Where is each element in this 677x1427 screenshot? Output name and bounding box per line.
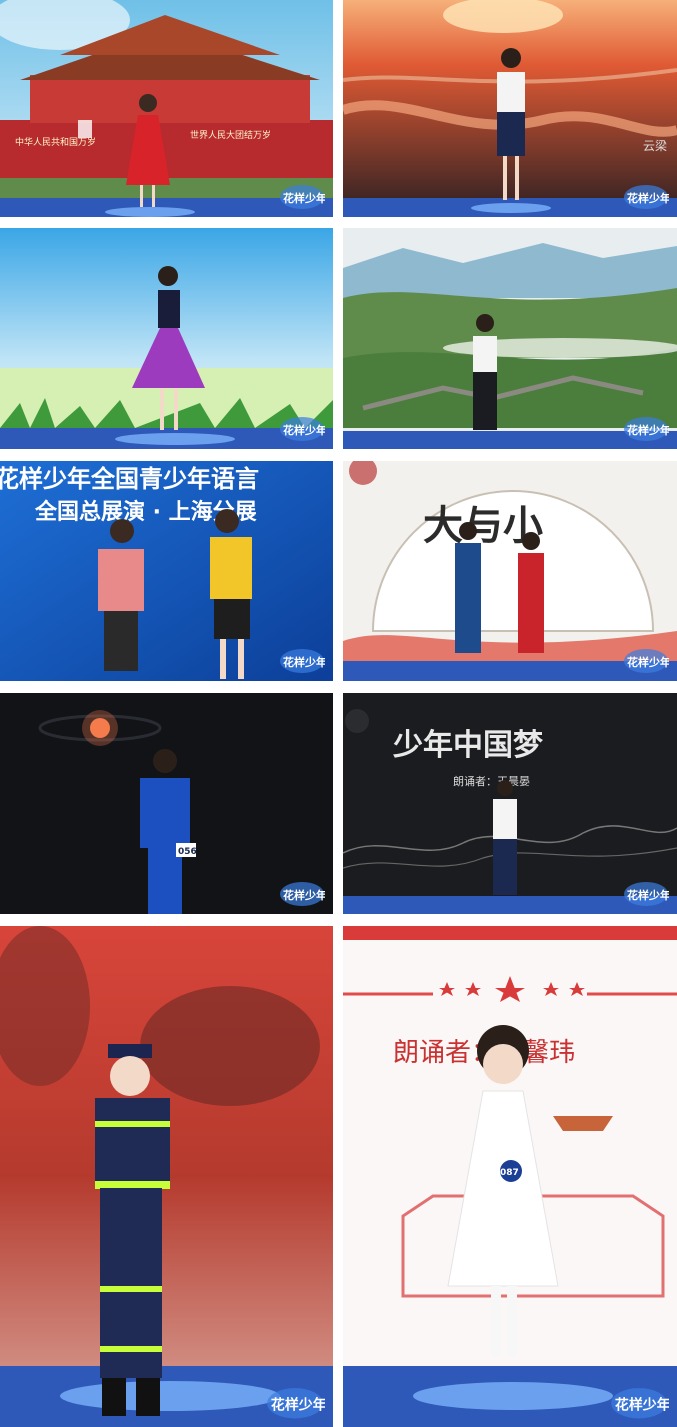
photo-great-wall: 花样少年 (343, 228, 677, 449)
watermark-text: 花样少年 (283, 191, 325, 205)
watermark-logo: 花样少年 (623, 413, 669, 443)
photo-meadow: 花样少年 (0, 228, 333, 449)
dream-subtitle: 朗诵者：王晨晏 (453, 775, 530, 788)
photo-dark-stage: 056 花样少年 (0, 693, 333, 914)
badge-number: 056 (178, 847, 197, 857)
watermark-text: 花样少年 (283, 655, 325, 669)
watermark-logo: 花样少年 (265, 1383, 325, 1421)
photo-blue-banner: 花样少年全国青少年语言 全国总展演 · 上海分展 花样少年 (0, 461, 333, 681)
watermark-text: 花样少年 (627, 888, 669, 902)
watermark-logo: 花样少年 (279, 413, 325, 443)
watermark-text: 花样少年 (627, 655, 669, 669)
watermark-text: 花样少年 (627, 423, 669, 437)
caption-text: 云梁 (643, 138, 667, 153)
badge-number: 087 (500, 1168, 519, 1178)
watermark-text: 花样少年 (271, 1397, 325, 1414)
banner-line1: 花样少年全国青少年语言 (0, 465, 259, 493)
watermark-logo: 花样少年 (279, 181, 325, 211)
watermark-logo: 花样少年 (623, 878, 669, 908)
watermark-text: 花样少年 (615, 1397, 669, 1414)
photo-dream: 少年中国梦 朗诵者：王晨晏 花样少年 (343, 693, 677, 914)
photo-firefighter: 花样少年 (0, 926, 333, 1427)
watermark-logo: 花样少年 (279, 645, 325, 675)
photo-tiananmen: 中华人民共和国万岁 世界人民大团结万岁 花样少年 (0, 0, 333, 217)
watermark-logo: 花样少年 (623, 645, 669, 675)
photo-red-white: 朗诵者：臧馨玮 087 花样少年 (343, 926, 677, 1427)
photo-fan: 大与小 花样少年 (343, 461, 677, 681)
photo-river-sunset: 云梁 花样少年 (343, 0, 677, 217)
watermark-text: 花样少年 (283, 888, 325, 902)
watermark-logo: 花样少年 (609, 1383, 669, 1421)
banner-right-text: 世界人民大团结万岁 (190, 129, 271, 141)
watermark-logo: 花样少年 (623, 181, 669, 211)
dream-title: 少年中国梦 (393, 728, 543, 763)
watermark-text: 花样少年 (283, 423, 325, 437)
watermark-text: 花样少年 (627, 191, 669, 205)
banner-left-text: 中华人民共和国万岁 (15, 136, 96, 148)
watermark-logo: 花样少年 (279, 878, 325, 908)
